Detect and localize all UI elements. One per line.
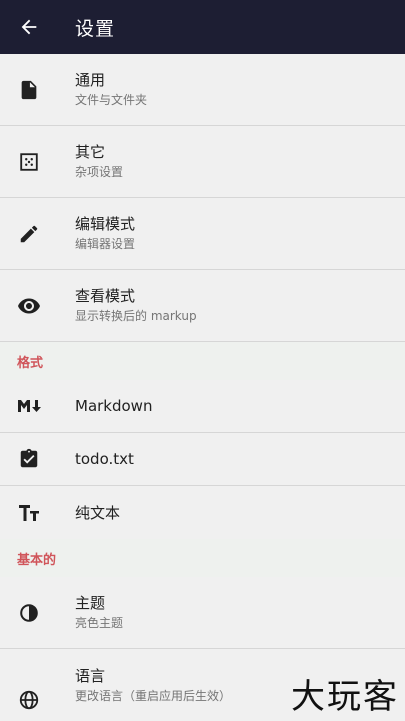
item-title: Markdown [75,397,153,415]
format-item-plaintext[interactable]: 纯文本 [0,486,405,539]
dots-grid-icon [0,151,58,173]
arrow-back-icon [21,19,37,35]
item-title: 纯文本 [75,503,121,522]
file-icon [0,79,58,101]
settings-item-edit-mode[interactable]: 编辑模式 编辑器设置 [0,198,405,270]
clipboard-check-icon [0,448,58,470]
section-header-formats: 格式 [0,342,405,380]
format-item-markdown[interactable]: Markdown [0,380,405,433]
item-title: 语言 [75,666,106,685]
settings-item-view-mode[interactable]: 查看模式 显示转换后的 markup [0,270,405,342]
markdown-icon [0,396,58,416]
item-title: 主题 [75,594,106,612]
item-title: 编辑模式 [75,215,136,233]
settings-item-general[interactable]: 通用 文件与文件夹 [0,54,405,126]
item-subtitle: 显示转换后的 markup [75,309,197,323]
contrast-icon [0,602,58,624]
text-format-icon [0,502,58,524]
watermark: 大玩客 [291,677,399,717]
item-subtitle: 亮色主题 [75,616,124,630]
format-item-todotxt[interactable]: todo.txt [0,433,405,486]
eye-icon [0,294,58,318]
settings-item-other[interactable]: 其它 杂项设置 [0,126,405,198]
item-title: 查看模式 [75,287,136,305]
pencil-icon [0,223,58,245]
globe-icon [0,659,58,711]
page-title: 设置 [75,17,116,40]
item-title: 通用 [75,71,106,89]
item-subtitle: 更改语言（重启应用后生效） [75,688,232,703]
item-title: todo.txt [75,450,134,468]
item-subtitle: 文件与文件夹 [75,93,148,107]
app-bar: 设置 [0,0,405,54]
settings-item-theme[interactable]: 主题 亮色主题 [0,577,405,649]
section-header-basic: 基本的 [0,539,405,577]
item-subtitle: 杂项设置 [75,165,124,179]
item-title: 其它 [75,143,106,161]
item-subtitle: 编辑器设置 [75,237,136,251]
back-button[interactable] [0,0,58,54]
